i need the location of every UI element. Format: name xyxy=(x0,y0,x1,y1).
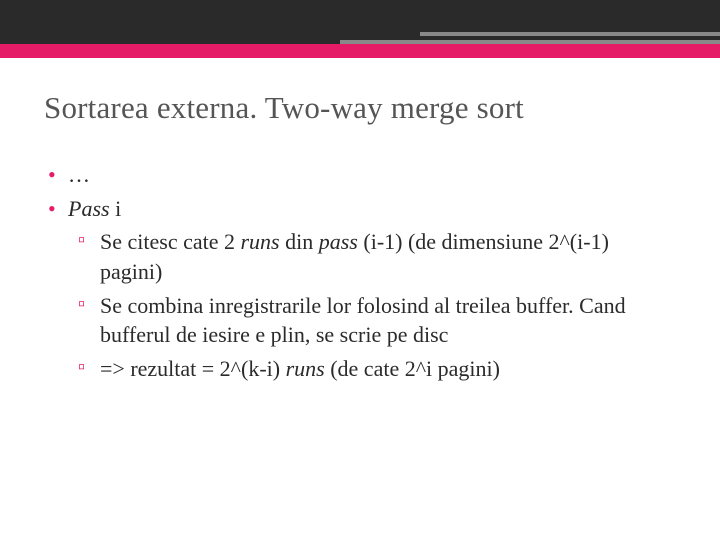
bullet-pass-i: Pass i Se citesc cate 2 runs din pass (i… xyxy=(44,194,676,384)
bullet-pass-label: Pass xyxy=(68,196,110,221)
slide-accent-bar xyxy=(0,44,720,58)
bullet-pass-suffix: i xyxy=(110,196,122,221)
bullet-list: … Pass i Se citesc cate 2 runs din pass … xyxy=(44,160,676,384)
t: (de cate 2^i pagini) xyxy=(325,356,500,381)
runs-italic: runs xyxy=(286,356,325,381)
decor-line-1 xyxy=(420,32,720,36)
t: Se citesc cate 2 xyxy=(100,229,241,254)
pass-italic: pass xyxy=(319,229,358,254)
sub-bullet-result: => rezultat = 2^(k-i) runs (de cate 2^i … xyxy=(76,354,676,384)
runs-italic: runs xyxy=(241,229,280,254)
slide-top-bar xyxy=(0,0,720,44)
slide-title: Sortarea externa. Two-way merge sort xyxy=(44,90,676,126)
bullet-ellipsis: … xyxy=(44,160,676,190)
t: din xyxy=(280,229,319,254)
sub-bullet-read-runs: Se citesc cate 2 runs din pass (i-1) (de… xyxy=(76,227,676,286)
t: => rezultat = 2^(k-i) xyxy=(100,356,286,381)
sub-bullet-list: Se citesc cate 2 runs din pass (i-1) (de… xyxy=(76,227,676,383)
t: Se combina inregistrarile lor folosind a… xyxy=(100,293,626,348)
slide-content: Sortarea externa. Two-way merge sort … P… xyxy=(44,90,676,388)
bullet-ellipsis-text: … xyxy=(68,162,90,187)
sub-bullet-combine: Se combina inregistrarile lor folosind a… xyxy=(76,291,676,350)
